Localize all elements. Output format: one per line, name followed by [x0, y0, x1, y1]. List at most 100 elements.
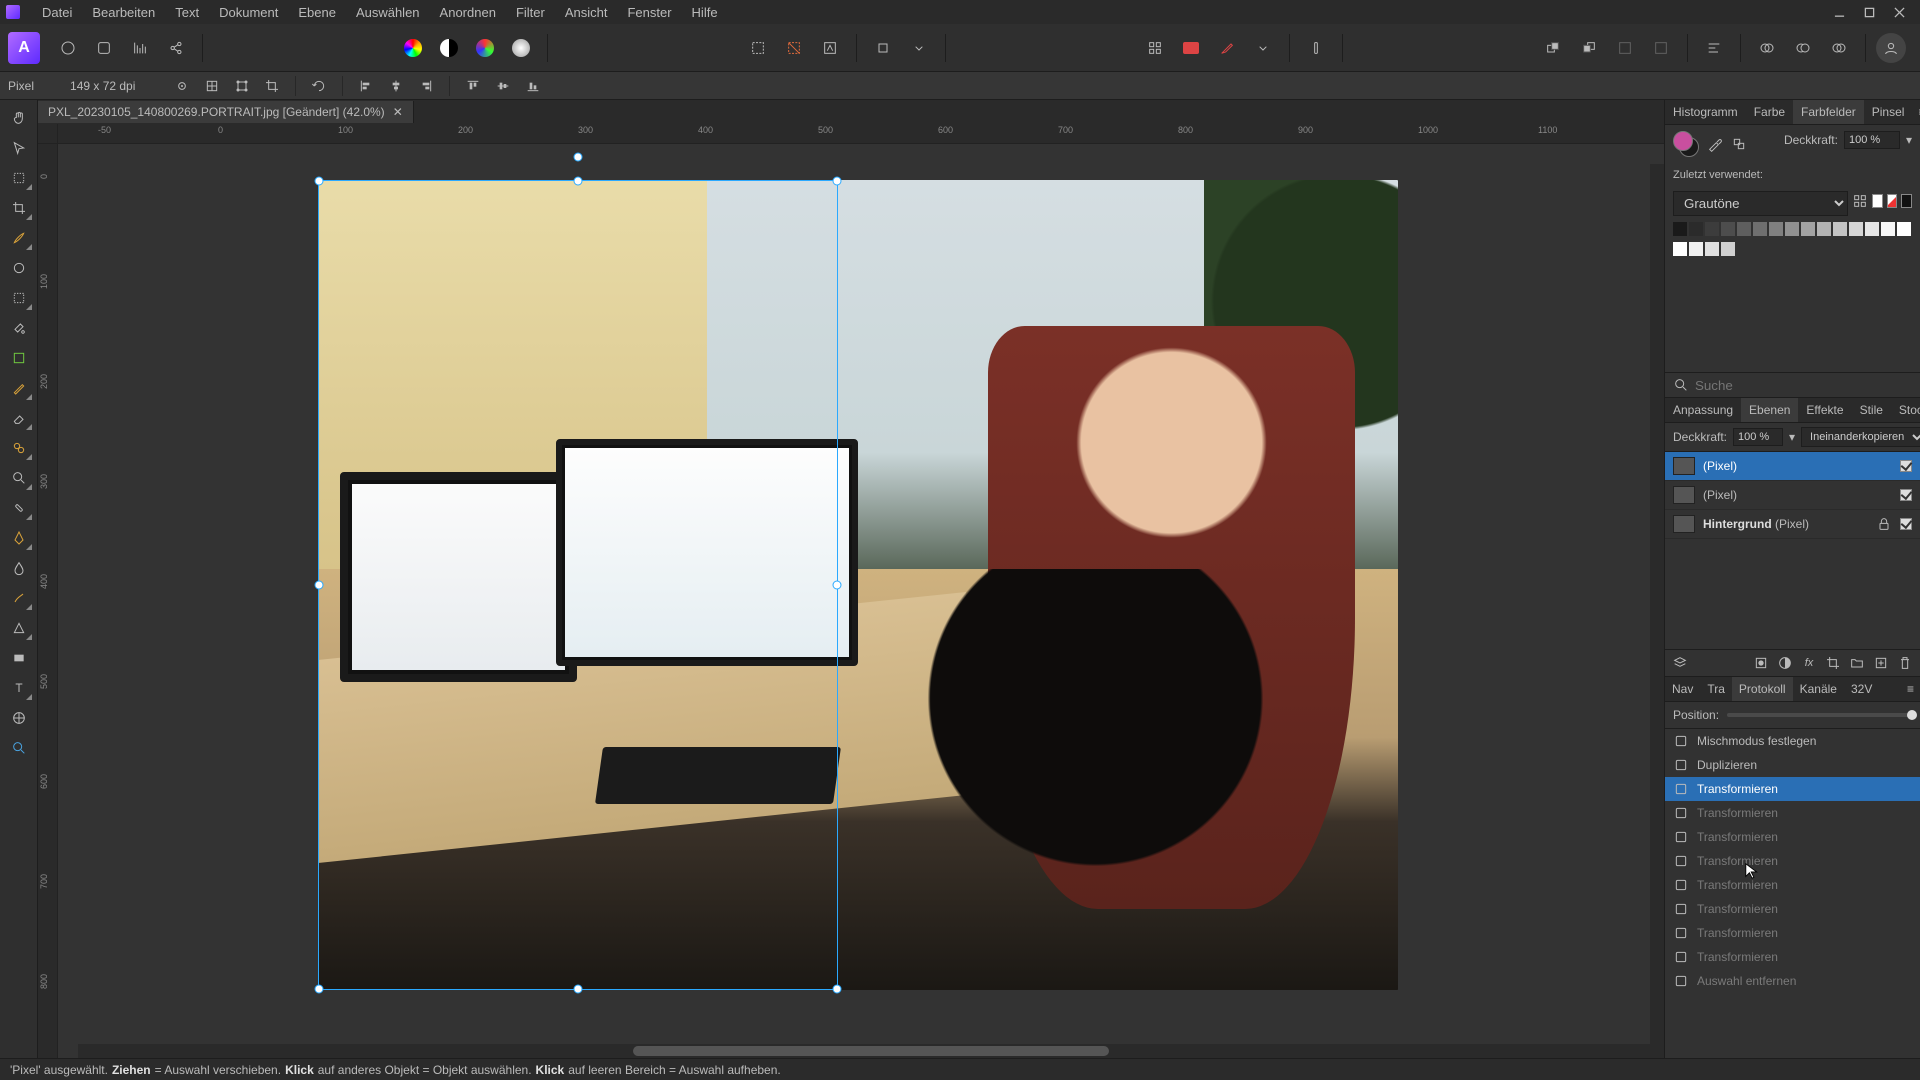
document-tab-close[interactable]: ✕: [393, 105, 403, 119]
swatch[interactable]: [1673, 222, 1687, 236]
tab-protokoll[interactable]: Protokoll: [1732, 677, 1793, 701]
ctx-crop-icon[interactable]: [261, 75, 283, 97]
tab-farbe[interactable]: Farbe: [1746, 100, 1793, 124]
history-row[interactable]: Transformieren: [1665, 801, 1920, 825]
opacity-input[interactable]: [1844, 131, 1900, 149]
align-center-v-icon[interactable]: [492, 75, 514, 97]
layer-row[interactable]: Hintergrund (Pixel): [1665, 510, 1920, 539]
layer-footer-folder-icon[interactable]: [1848, 654, 1866, 672]
reset-colors-icon[interactable]: [1731, 136, 1747, 152]
swatch[interactable]: [1785, 222, 1799, 236]
align-center-h-icon[interactable]: [385, 75, 407, 97]
edit-tag-button[interactable]: [1212, 33, 1242, 63]
tool-color-replace[interactable]: [4, 254, 34, 282]
history-row[interactable]: Transformieren: [1665, 897, 1920, 921]
tab-histogramm[interactable]: Histogramm: [1665, 100, 1746, 124]
layer-footer-crop-icon[interactable]: [1824, 654, 1842, 672]
tool-marquee[interactable]: [4, 284, 34, 312]
swatch[interactable]: [1705, 222, 1719, 236]
swatch[interactable]: [1833, 222, 1847, 236]
menu-auswählen[interactable]: Auswählen: [346, 1, 430, 24]
tool-mesh[interactable]: [4, 704, 34, 732]
crop-dropdown-button[interactable]: [868, 33, 898, 63]
menu-text[interactable]: Text: [165, 1, 209, 24]
tab-anpassung[interactable]: Anpassung: [1665, 398, 1741, 422]
tab-farbfelder[interactable]: Farbfelder: [1793, 100, 1864, 124]
menu-hilfe[interactable]: Hilfe: [682, 1, 728, 24]
history-row[interactable]: Duplizieren: [1665, 753, 1920, 777]
persona-photo-button[interactable]: [53, 33, 83, 63]
ctx-transform-icon[interactable]: [231, 75, 253, 97]
top-tabs-menu-icon[interactable]: ≡: [1912, 100, 1920, 124]
color-foreground-background[interactable]: [1673, 131, 1699, 157]
persona-develop-button[interactable]: [125, 33, 155, 63]
layer-visibility-checkbox[interactable]: [1900, 460, 1912, 472]
tool-pen[interactable]: [4, 524, 34, 552]
history-row[interactable]: Transformieren: [1665, 825, 1920, 849]
menu-anordnen[interactable]: Anordnen: [430, 1, 506, 24]
history-row[interactable]: Transformieren: [1665, 777, 1920, 801]
align-right-icon[interactable]: [415, 75, 437, 97]
layer-row[interactable]: (Pixel): [1665, 481, 1920, 510]
eyedropper-icon[interactable]: [1707, 136, 1723, 152]
tab-ebenen[interactable]: Ebenen: [1741, 398, 1798, 422]
canvas-viewport[interactable]: [58, 144, 1664, 1058]
swatch[interactable]: [1769, 222, 1783, 236]
tool-crop[interactable]: [4, 194, 34, 222]
ruler-origin[interactable]: [38, 124, 58, 144]
vertical-scrollbar[interactable]: [1650, 164, 1664, 1044]
tab-pinsel[interactable]: Pinsel: [1864, 100, 1913, 124]
tab-nav[interactable]: Nav: [1665, 677, 1700, 701]
blend-mode-select[interactable]: Ineinanderkopieren: [1801, 427, 1920, 447]
layer-footer-adjust-icon[interactable]: [1776, 654, 1794, 672]
tool-text[interactable]: [4, 674, 34, 702]
layer-visibility-checkbox[interactable]: [1900, 518, 1912, 530]
swatch[interactable]: [1865, 222, 1879, 236]
ctx-dimensions-icon[interactable]: [201, 75, 223, 97]
history-position-slider[interactable]: [1727, 713, 1912, 717]
layer-footer-stack-icon[interactable]: [1671, 654, 1689, 672]
persona-export-button[interactable]: [161, 33, 191, 63]
tab-stock[interactable]: Stock: [1891, 398, 1920, 422]
opacity-caret-icon[interactable]: ▾: [1906, 133, 1912, 147]
tool-pencil[interactable]: [4, 374, 34, 402]
swatch[interactable]: [1673, 242, 1687, 256]
menu-datei[interactable]: Datei: [32, 1, 82, 24]
swatch[interactable]: [1737, 222, 1751, 236]
arrange-back-button[interactable]: [1574, 33, 1604, 63]
tool-droplet[interactable]: [4, 554, 34, 582]
tab-tra[interactable]: Tra: [1700, 677, 1732, 701]
window-close-button[interactable]: [1884, 0, 1914, 24]
tool-zoom[interactable]: [4, 734, 34, 762]
swatch[interactable]: [1881, 222, 1895, 236]
menu-ansicht[interactable]: Ansicht: [555, 1, 618, 24]
selection-marquee-button[interactable]: [743, 33, 773, 63]
tool-brush[interactable]: [4, 224, 34, 252]
document-tab[interactable]: PXL_20230105_140800269.PORTRAIT.jpg [Geä…: [38, 101, 414, 123]
history-row[interactable]: Transformieren: [1665, 945, 1920, 969]
arrange-front-button[interactable]: [1538, 33, 1568, 63]
layer-opacity-caret[interactable]: ▾: [1789, 430, 1795, 444]
align-button[interactable]: [1699, 33, 1729, 63]
tool-zoom-lens[interactable]: [4, 464, 34, 492]
grid-view-button[interactable]: [1140, 33, 1170, 63]
document-image[interactable]: [318, 180, 1398, 990]
tool-move[interactable]: [4, 134, 34, 162]
window-minimize-button[interactable]: [1824, 0, 1854, 24]
align-top-icon[interactable]: [462, 75, 484, 97]
ctx-lock-icon[interactable]: [171, 75, 193, 97]
auto-select-button[interactable]: [815, 33, 845, 63]
history-row[interactable]: Transformieren: [1665, 873, 1920, 897]
palette-select[interactable]: Grautöne: [1673, 191, 1848, 216]
tool-shapes[interactable]: [4, 614, 34, 642]
tool-clone[interactable]: [4, 434, 34, 462]
swatch-none[interactable]: [1887, 194, 1898, 208]
tab-32v[interactable]: 32V: [1844, 677, 1879, 701]
horizontal-scrollbar[interactable]: [78, 1044, 1664, 1058]
tool-hand[interactable]: [4, 104, 34, 132]
swatch-white[interactable]: [1872, 194, 1883, 208]
color-wheel-button[interactable]: [398, 33, 428, 63]
align-left-icon[interactable]: [355, 75, 377, 97]
swatch[interactable]: [1817, 222, 1831, 236]
tool-healing[interactable]: [4, 494, 34, 522]
